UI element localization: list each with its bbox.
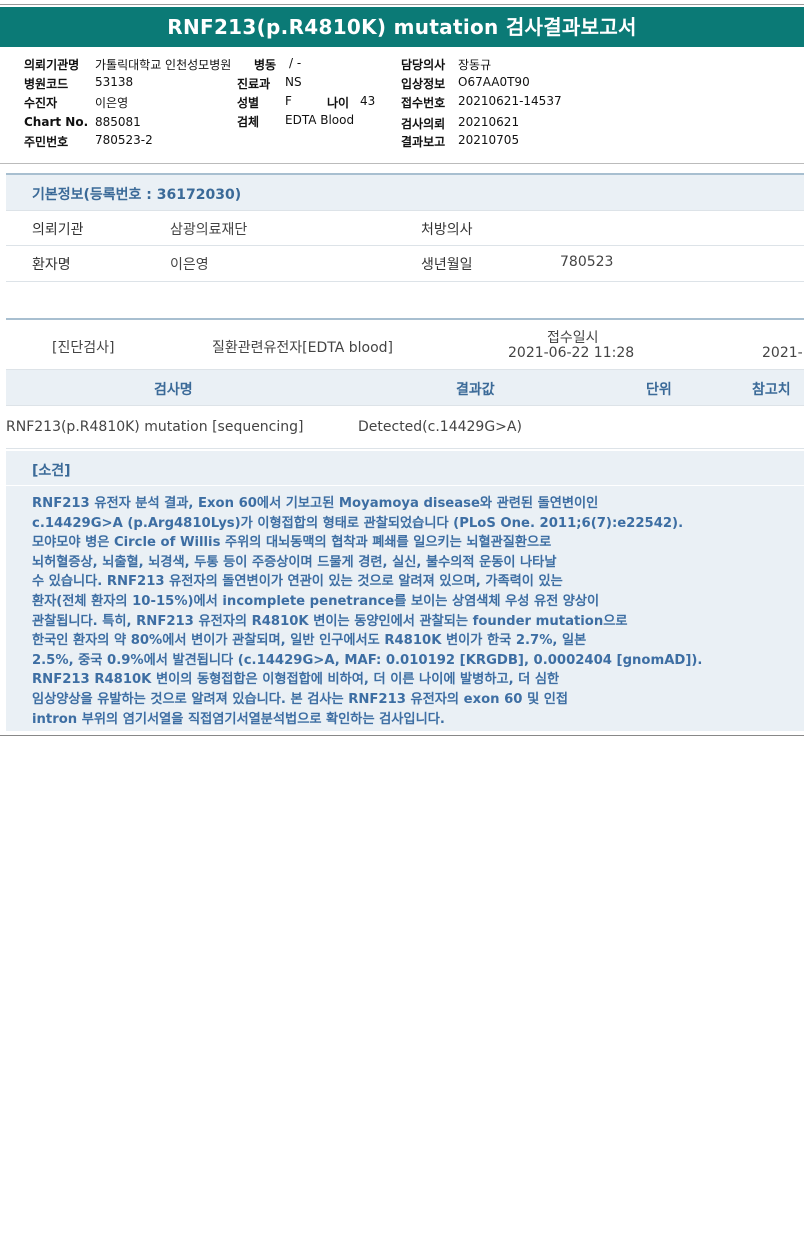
order-received-value: 2021-06-22 11:28 (508, 345, 635, 361)
header-value-age: 43 (360, 94, 376, 108)
header-value-resident-no: 780523-2 (95, 133, 153, 147)
label-prescriber: 처방의사 (421, 222, 473, 238)
header-label-institution: 의뢰기관명 (24, 58, 80, 72)
comment-line: intron 부위의 염기서열을 직접염기서열분석법으로 확인하는 검사입니다. (32, 711, 445, 727)
comment-line: 환자(전체 환자의 10-15%)에서 incomplete penetranc… (32, 593, 600, 609)
value-birth-date: 780523 (560, 254, 614, 270)
comment-line: c.14429G>A (p.Arg4810Lys)가 이형접합의 형태로 관찰되… (32, 515, 684, 531)
order-test-group: 질환관련유전자[EDTA blood] (212, 340, 393, 356)
comment-line: 한국인 환자의 약 80%에서 변이가 관찰되며, 일반 인구에서도 R4810… (32, 633, 587, 649)
header-value-ward: / - (289, 56, 302, 70)
page-bottom-rule (0, 735, 804, 736)
top-rule (0, 4, 804, 5)
row-divider (6, 210, 804, 211)
header-label-chart-no: Chart No. (24, 115, 89, 129)
row-divider (6, 405, 804, 406)
row-divider (6, 245, 804, 246)
header-label-report-date: 결과보고 (401, 135, 446, 149)
result-test-name: RNF213(p.R4810K) mutation [sequencing] (6, 419, 304, 435)
comment-line: 임상양상을 유발하는 것으로 알려져 있습니다. 본 검사는 RNF213 유전… (32, 691, 569, 707)
header-label-doctor: 담당의사 (401, 58, 446, 72)
comments-title: [소견] (32, 463, 71, 479)
header-label-patient: 수진자 (24, 96, 58, 110)
order-top-border (6, 318, 804, 320)
header-label-request-date: 검사의뢰 (401, 117, 446, 131)
results-table-header (6, 369, 804, 405)
value-institution: 삼광의료재단 (170, 222, 248, 238)
header-label-age: 나이 (327, 96, 350, 110)
header-value-patient: 이은영 (95, 96, 129, 110)
header-label-resident-no: 주민번호 (24, 135, 69, 149)
col-header-result: 결과값 (456, 382, 495, 398)
header-label-dept: 진료과 (237, 77, 271, 91)
header-value-specimen: EDTA Blood (285, 113, 355, 127)
col-header-test-name: 검사명 (154, 382, 193, 398)
header-value-institution: 가톨릭대학교 인천성모병원 (95, 58, 232, 72)
header-value-report-date: 20210705 (458, 133, 520, 147)
basic-info-title: 기본정보(등록번호 : 36172030) (32, 187, 242, 203)
header-value-receipt-no: 20210621-14537 (458, 94, 562, 108)
comment-line: 뇌허혈증상, 뇌출혈, 뇌경색, 두통 등이 주증상이며 드물게 경련, 실신,… (32, 554, 557, 570)
header-label-clinical-info: 입상정보 (401, 77, 446, 91)
comments-divider (6, 485, 804, 486)
header-label-specimen: 검체 (237, 115, 260, 129)
col-header-unit: 단위 (646, 382, 672, 398)
header-label-ward: 병동 (254, 58, 277, 72)
value-patient-name: 이은영 (170, 257, 209, 273)
report-title: RNF213(p.R4810K) mutation 검사결과보고서 (0, 7, 804, 47)
row-divider (6, 369, 804, 370)
header-value-hospital-code: 53138 (95, 75, 134, 89)
header-value-request-date: 20210621 (458, 115, 520, 129)
header-divider (0, 163, 804, 164)
comment-line: 2.5%, 중국 0.9%에서 발견됩니다 (c.14429G>A, MAF: … (32, 652, 703, 668)
header-value-clinical-info: O67AA0T90 (458, 75, 530, 89)
header-label-hospital-code: 병원코드 (24, 77, 69, 91)
header-value-doctor: 장동규 (458, 58, 492, 72)
comment-line: RNF213 R4810K 변이의 동형접합은 이형접합에 비하여, 더 이른 … (32, 672, 560, 688)
comment-line: 관찰됩니다. 특히, RNF213 유전자의 R4810K 변이는 동양인에서 … (32, 613, 628, 629)
row-divider (6, 281, 804, 282)
header-value-chart-no: 885081 (95, 115, 141, 129)
order-next-value: 2021- (762, 345, 803, 361)
header-value-sex: F (285, 94, 292, 108)
label-birth-date: 생년월일 (421, 257, 473, 273)
result-value: Detected(c.14429G>A) (358, 419, 522, 435)
row-divider (6, 448, 804, 449)
header-label-receipt-no: 접수번호 (401, 96, 446, 110)
comment-line: 수 있습니다. RNF213 유전자의 돌연변이가 연관이 있는 것으로 알려져… (32, 574, 563, 590)
col-header-reference: 참고치 (752, 382, 791, 398)
header-value-dept: NS (285, 75, 302, 89)
order-received-label: 접수일시 (547, 330, 599, 346)
label-institution: 의뢰기관 (32, 222, 84, 238)
order-category: [진단검사] (52, 340, 115, 356)
header-label-sex: 성별 (237, 96, 260, 110)
comments-text: RNF213 유전자 분석 결과, Exon 60에서 기보고된 Moyamoy… (32, 494, 802, 729)
comment-line: RNF213 유전자 분석 결과, Exon 60에서 기보고된 Moyamoy… (32, 496, 599, 511)
label-patient-name: 환자명 (32, 257, 71, 273)
comment-line: 모야모야 병은 Circle of Willis 주위의 대뇌동맥의 협착과 폐… (32, 535, 552, 551)
